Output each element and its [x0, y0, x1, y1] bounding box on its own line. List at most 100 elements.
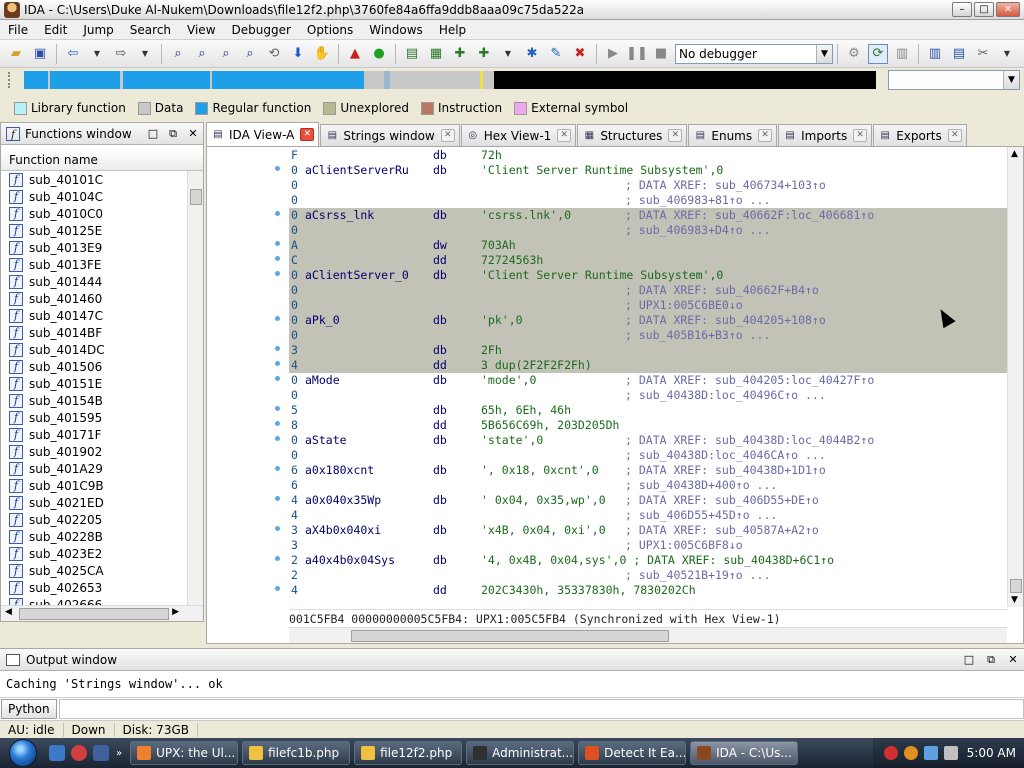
- disasm-line[interactable]: 0 ; DATA XREF: sub_406734+103↑o: [289, 178, 1007, 193]
- tab-structures[interactable]: ▦ Structures ✕: [577, 124, 688, 146]
- taskbar-button[interactable]: Administrat...: [466, 741, 575, 765]
- search-binary-icon[interactable]: ⌕: [216, 44, 236, 64]
- panel-restore-button[interactable]: ⧉: [980, 653, 1002, 667]
- panel-close-button[interactable]: ✕: [183, 127, 203, 140]
- scroll-thumb[interactable]: [351, 630, 669, 642]
- menu-view[interactable]: View: [179, 20, 223, 40]
- function-list-item[interactable]: f sub_40125E: [1, 222, 187, 239]
- panel-close-button[interactable]: ✕: [1002, 653, 1024, 666]
- taskbar-button[interactable]: file12f2.php: [354, 741, 463, 765]
- scroll-thumb[interactable]: [190, 189, 202, 205]
- minimize-button[interactable]: –: [952, 2, 972, 17]
- nav-combo[interactable]: ▼: [888, 70, 1020, 90]
- menu-edit[interactable]: Edit: [36, 20, 75, 40]
- menu-jump[interactable]: Jump: [75, 20, 121, 40]
- function-list-hscrollbar[interactable]: ◀ ▶: [1, 605, 203, 621]
- tools-icon[interactable]: ✂: [973, 44, 993, 64]
- disasm-line[interactable]: 0 ; sub_406983+D4↑o ...: [289, 223, 1007, 238]
- taskbar-button[interactable]: UPX: the Ul...: [130, 741, 239, 765]
- tab-close-icon[interactable]: ✕: [758, 129, 773, 142]
- tab-exports[interactable]: ▤ Exports ✕: [873, 124, 967, 146]
- add-seg-icon[interactable]: ▤: [402, 44, 422, 64]
- function-list-item[interactable]: f sub_40101C: [1, 171, 187, 188]
- search-imm-icon[interactable]: ⌕: [240, 44, 260, 64]
- clock[interactable]: 5:00 AM: [967, 746, 1016, 760]
- panel-float-button[interactable]: □: [958, 653, 980, 666]
- disasm-line[interactable]: Fdb 72h: [289, 148, 1007, 163]
- disasm-line[interactable]: 0 ; sub_405B16+B3↑o ...: [289, 328, 1007, 343]
- function-list-item[interactable]: f sub_40147C: [1, 307, 187, 324]
- tray-security-icon[interactable]: [883, 746, 898, 760]
- debug-option-icon[interactable]: ▥: [892, 44, 912, 64]
- scroll-right-icon[interactable]: ▶: [172, 607, 179, 617]
- function-list-item[interactable]: f sub_401902: [1, 443, 187, 460]
- run-icon[interactable]: ●: [369, 44, 389, 64]
- disasm-line[interactable]: 0 aCsrss_lnk db 'csrss.lnk',0 ; DATA XREF: s…: [289, 208, 1007, 223]
- jump-icon[interactable]: ⟲: [264, 44, 284, 64]
- tray-volume-icon[interactable]: [943, 746, 958, 760]
- disasm-line[interactable]: 0 aMode db 'mode',0 ; DATA XREF: sub_404205:…: [289, 373, 1007, 388]
- disasm-line[interactable]: 2 a40x4b0x04Sys db '4, 0x4B, 0x04,sys',0 ; …: [289, 553, 1007, 568]
- forward-dropdown-icon[interactable]: ▼: [135, 44, 155, 64]
- delete-icon[interactable]: ✖: [570, 44, 590, 64]
- disasm-line[interactable]: 8 dd 5B656C69h, 203D205Dh: [289, 418, 1007, 433]
- disasm-line[interactable]: 6 ; sub_40438D+400↑o ...: [289, 478, 1007, 493]
- scroll-thumb[interactable]: [19, 608, 169, 620]
- tab-close-icon[interactable]: ✕: [557, 129, 572, 142]
- show-desktop-icon[interactable]: [49, 745, 65, 761]
- ida-view-a[interactable]: Fdb 72h 0 aClientServerRu db 'Client Server R…: [206, 146, 1024, 644]
- disasm-line[interactable]: Adw 703Ah: [289, 238, 1007, 253]
- edit-icon[interactable]: ✎: [546, 44, 566, 64]
- tab-strings[interactable]: ▤ Strings window ✕: [320, 124, 460, 146]
- tab-close-icon[interactable]: ✕: [947, 129, 962, 142]
- menu-file[interactable]: File: [0, 20, 36, 40]
- function-list-item[interactable]: f sub_40151E: [1, 375, 187, 392]
- menu-help[interactable]: Help: [431, 20, 474, 40]
- function-list-vscrollbar[interactable]: [187, 171, 203, 608]
- function-list-item[interactable]: f sub_4014BF: [1, 324, 187, 341]
- disasm-line[interactable]: 2 ; sub_40521B+19↑o ...: [289, 568, 1007, 583]
- function-list-item[interactable]: f sub_4010C0: [1, 205, 187, 222]
- taskbar-button[interactable]: IDA - C:\Us...: [690, 741, 799, 765]
- add-func-dropdown-icon[interactable]: ▼: [498, 44, 518, 64]
- function-list-item[interactable]: f sub_4013E9: [1, 239, 187, 256]
- disasm-line[interactable]: 0 ; UPX1:005C6BE0↓o: [289, 298, 1007, 313]
- disasm-line[interactable]: 4 dd 3 dup(2F2F2F2Fh): [289, 358, 1007, 373]
- tab-close-icon[interactable]: ✕: [300, 128, 315, 141]
- disasm-line[interactable]: Cdd 72724563h: [289, 253, 1007, 268]
- menu-debugger[interactable]: Debugger: [224, 20, 299, 40]
- function-list-item[interactable]: f sub_402205: [1, 511, 187, 528]
- chevron-down-icon[interactable]: ▼: [1003, 71, 1019, 89]
- function-list-item[interactable]: f sub_40104C: [1, 188, 187, 205]
- disasm-line[interactable]: 4 dd 202C3430h, 35337830h, 7830202Ch: [289, 583, 1007, 598]
- scroll-left-icon[interactable]: ◀: [5, 607, 12, 617]
- play-icon[interactable]: ▶: [603, 44, 623, 64]
- menu-options[interactable]: Options: [299, 20, 361, 40]
- function-list-item[interactable]: f sub_4025CA: [1, 562, 187, 579]
- quicklaunch-more-icon[interactable]: »: [116, 748, 122, 759]
- search-text-icon[interactable]: ⌕: [192, 44, 212, 64]
- layout-2-icon[interactable]: ▤: [949, 44, 969, 64]
- disasm-line[interactable]: 5 db 65h, 6Eh, 46h: [289, 403, 1007, 418]
- back-icon[interactable]: ⇦: [63, 44, 83, 64]
- disasm-line[interactable]: 4 ; sub_406D55+45D↑o ...: [289, 508, 1007, 523]
- function-list-item[interactable]: f sub_401444: [1, 273, 187, 290]
- disassembly-listing[interactable]: Fdb 72h 0 aClientServerRu db 'Client Server R…: [289, 147, 1007, 607]
- panel-float-button[interactable]: □: [143, 127, 163, 140]
- scroll-down-icon[interactable]: ▼: [1011, 595, 1018, 605]
- disasm-line[interactable]: 0 aClientServerRu db 'Client Server Runtime…: [289, 163, 1007, 178]
- disasm-line[interactable]: 3 ; UPX1:005C6BF8↓o: [289, 538, 1007, 553]
- listing-hscrollbar[interactable]: [289, 627, 1007, 643]
- open-icon[interactable]: ▰: [6, 44, 26, 64]
- tab-close-icon[interactable]: ✕: [440, 129, 455, 142]
- puzzle-icon[interactable]: ✱: [522, 44, 542, 64]
- function-list-item[interactable]: f sub_4023E2: [1, 545, 187, 562]
- browser-icon[interactable]: [71, 745, 87, 761]
- maximize-button[interactable]: □: [974, 2, 994, 17]
- stop-icon[interactable]: ✋: [312, 44, 332, 64]
- disasm-line[interactable]: 3 db 2Fh: [289, 343, 1007, 358]
- menu-search[interactable]: Search: [122, 20, 179, 40]
- save-icon[interactable]: ▣: [30, 44, 50, 64]
- tab-close-icon[interactable]: ✕: [668, 129, 683, 142]
- tab-hex[interactable]: ◎ Hex View-1 ✕: [460, 124, 577, 146]
